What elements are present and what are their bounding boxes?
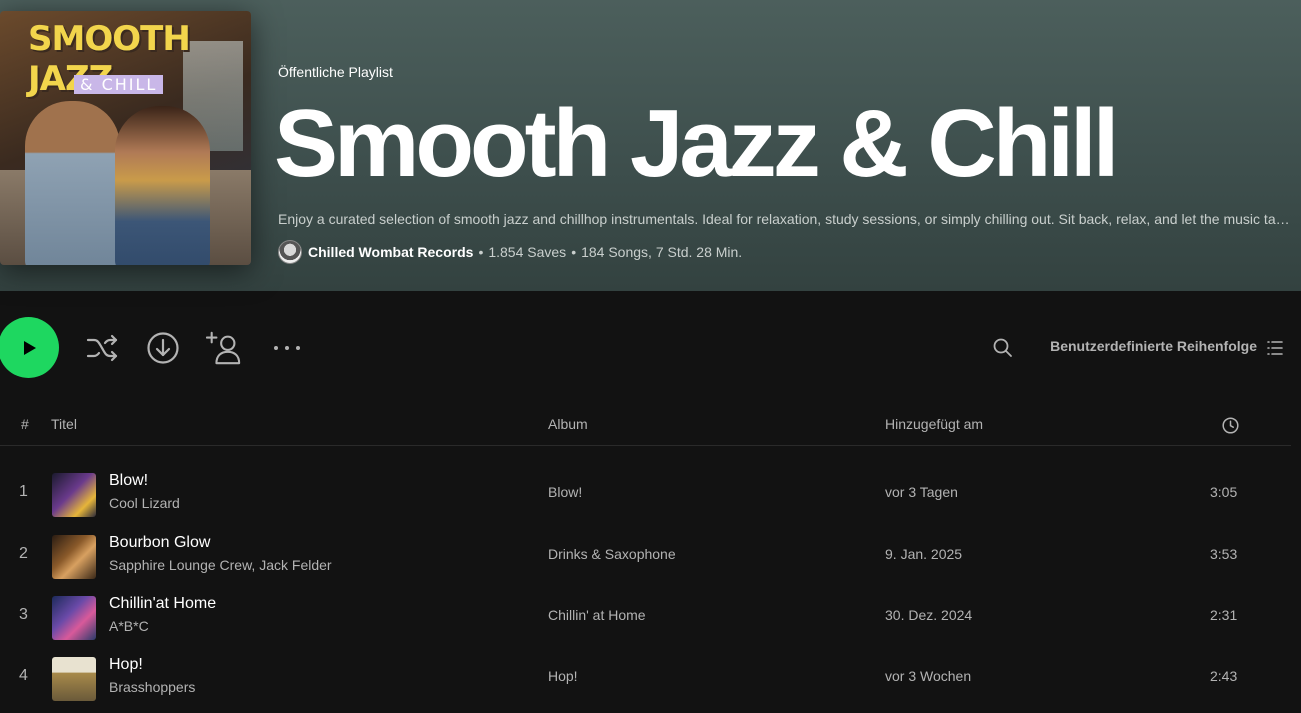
search-in-playlist-button[interactable] xyxy=(985,330,1021,366)
playlist-header: SMOOTH JAZZ & CHILL Öffentliche Playlist… xyxy=(0,0,1301,291)
track-cover xyxy=(52,535,96,579)
playlist-meta: Chilled Wombat Records • 1.854 Saves • 1… xyxy=(278,239,742,265)
track-row[interactable]: 3 Chillin'at Home A*B*C Chillin' at Home… xyxy=(0,587,1291,645)
list-view-button[interactable] xyxy=(1266,340,1284,361)
search-icon xyxy=(993,338,1012,357)
download-button[interactable] xyxy=(145,330,181,366)
track-number: 3 xyxy=(19,606,28,623)
col-number: # xyxy=(21,416,29,432)
track-cover xyxy=(52,596,96,640)
cover-subtitle: & CHILL xyxy=(74,75,164,94)
track-duration: 2:31 xyxy=(1210,607,1238,623)
playlist-description: Enjoy a curated selection of smooth jazz… xyxy=(278,211,1291,227)
download-icon xyxy=(147,332,179,364)
track-cover xyxy=(52,473,96,517)
more-options-button[interactable] xyxy=(269,330,305,366)
track-number: 1 xyxy=(19,483,28,500)
track-album[interactable]: Hop! xyxy=(548,668,578,684)
track-number: 2 xyxy=(19,545,28,562)
playlist-kind: Öffentliche Playlist xyxy=(278,64,393,80)
track-artist[interactable]: A*B*C xyxy=(109,618,149,634)
follow-user-button[interactable] xyxy=(206,330,242,366)
col-duration[interactable] xyxy=(1222,417,1239,437)
play-button[interactable] xyxy=(0,317,59,378)
track-title[interactable]: Chillin'at Home xyxy=(109,595,216,613)
track-duration: 3:05 xyxy=(1210,484,1238,500)
track-title[interactable]: Bourbon Glow xyxy=(109,534,210,552)
separator-dot: • xyxy=(478,244,484,260)
saves-count: 1.854 Saves xyxy=(488,244,567,260)
cover-person-left xyxy=(25,101,120,265)
col-album[interactable]: Album xyxy=(548,416,588,432)
play-icon xyxy=(23,340,36,355)
add-user-icon xyxy=(206,331,241,365)
owner-avatar[interactable] xyxy=(278,240,302,264)
playlist-title[interactable]: Smooth Jazz & Chill xyxy=(274,86,1119,202)
track-cover xyxy=(52,657,96,701)
track-row[interactable]: 1 Blow! Cool Lizard Blow! vor 3 Tagen 3:… xyxy=(0,464,1291,522)
col-title[interactable]: Titel xyxy=(51,416,77,432)
track-album[interactable]: Blow! xyxy=(548,484,582,500)
track-row[interactable]: 4 Hop! Brasshoppers Hop! vor 3 Wochen 2:… xyxy=(0,648,1291,706)
track-number: 4 xyxy=(19,667,28,684)
track-album[interactable]: Drinks & Saxophone xyxy=(548,546,676,562)
shuffle-button[interactable] xyxy=(84,330,120,366)
list-icon xyxy=(1267,341,1283,355)
playlist-stats: 184 Songs, 7 Std. 28 Min. xyxy=(581,244,743,260)
track-artist[interactable]: Brasshoppers xyxy=(109,679,195,695)
shuffle-icon xyxy=(86,334,118,362)
track-duration: 2:43 xyxy=(1210,668,1238,684)
track-row[interactable]: 2 Bourbon Glow Sapphire Lounge Crew, Jac… xyxy=(0,526,1291,584)
separator-dot: • xyxy=(571,244,577,260)
track-added-date: vor 3 Tagen xyxy=(885,484,958,500)
track-added-date: 9. Jan. 2025 xyxy=(885,546,963,562)
track-artist[interactable]: Sapphire Lounge Crew, Jack Felder xyxy=(109,557,332,573)
sort-label: Benutzerdefinierte Reihenfolge xyxy=(1050,338,1257,354)
track-added-date: 30. Dez. 2024 xyxy=(885,607,973,623)
col-added[interactable]: Hinzugefügt am xyxy=(885,416,983,432)
playlist-cover[interactable]: SMOOTH JAZZ & CHILL xyxy=(0,11,251,265)
more-icon xyxy=(274,346,300,350)
cover-person-right xyxy=(115,106,210,265)
track-title[interactable]: Blow! xyxy=(109,472,148,490)
track-list-header: # Titel Album Hinzugefügt am xyxy=(0,412,1291,446)
owner-link[interactable]: Chilled Wombat Records xyxy=(308,244,473,260)
track-title[interactable]: Hop! xyxy=(109,656,143,674)
track-artist[interactable]: Cool Lizard xyxy=(109,495,180,511)
track-added-date: vor 3 Wochen xyxy=(885,668,972,684)
track-duration: 3:53 xyxy=(1210,546,1238,562)
sort-dropdown[interactable]: Benutzerdefinierte Reihenfolge xyxy=(1050,338,1257,354)
track-album[interactable]: Chillin' at Home xyxy=(548,607,646,623)
action-bar: Benutzerdefinierte Reihenfolge xyxy=(0,316,1301,380)
clock-icon xyxy=(1222,417,1239,434)
